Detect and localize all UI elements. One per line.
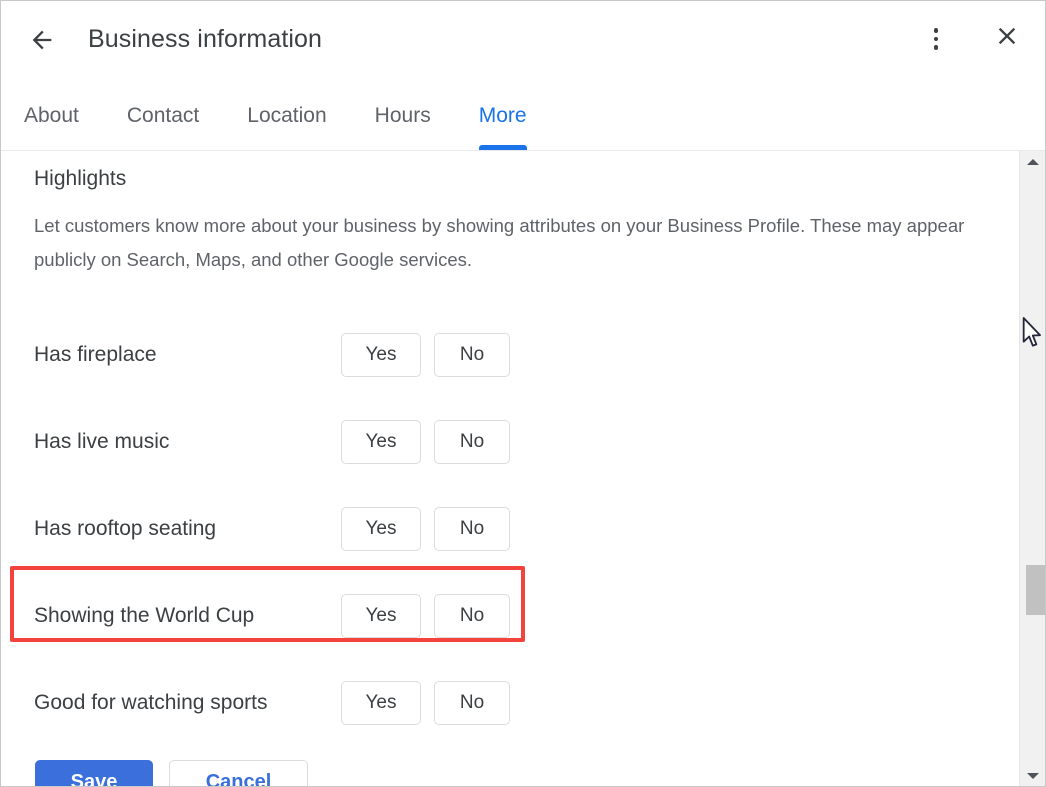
dialog-title: Business information [88, 25, 323, 53]
attribute-label: Has rooftop seating [34, 516, 217, 540]
attribute-label: Good for watching sports [34, 690, 268, 714]
attribute-no-button[interactable]: No [434, 593, 510, 638]
more-vert-icon-dot [933, 36, 939, 42]
attribute-list: Has fireplace Yes No Has live music Yes No Has… [0, 311, 1019, 746]
tab-more[interactable]: More [478, 86, 527, 150]
attribute-choice-group: Yes No [341, 332, 510, 377]
attribute-choice-group: Yes No [341, 506, 510, 551]
tab-hours[interactable]: Hours [375, 86, 431, 150]
attribute-no-button[interactable]: No [434, 332, 510, 377]
caret-down-icon [1027, 773, 1039, 779]
close-icon [993, 22, 1021, 55]
attribute-no-button[interactable]: No [434, 506, 510, 551]
save-button[interactable]: Save [35, 760, 153, 787]
attribute-row: Has rooftop seating Yes No [0, 485, 1019, 572]
attribute-row: Has fireplace Yes No [0, 311, 1019, 398]
tab-location[interactable]: Location [247, 86, 326, 150]
attribute-no-button[interactable]: No [434, 419, 510, 464]
attribute-label: Has fireplace [34, 342, 157, 366]
tab-bar: About Contact Location Hours More [0, 86, 1046, 150]
section-title: Highlights [34, 167, 127, 190]
more-vert-icon-dot [933, 45, 939, 50]
attribute-label: Showing the World Cup [34, 603, 255, 627]
overflow-menu-button[interactable] [918, 20, 954, 58]
scrollbar-thumb[interactable] [1026, 565, 1046, 615]
close-button[interactable] [988, 19, 1026, 57]
arrow-left-icon [28, 26, 56, 54]
cancel-button[interactable]: Cancel [169, 760, 308, 787]
vertical-scrollbar[interactable] [1019, 151, 1046, 787]
attribute-choice-group: Yes No [341, 680, 510, 725]
attribute-yes-button[interactable]: Yes [341, 506, 421, 551]
attribute-row: Good for watching sports Yes No [0, 659, 1019, 746]
tab-list: About Contact Location Hours More [24, 86, 575, 150]
dialog-header: Business information [0, 0, 1046, 78]
attribute-yes-button[interactable]: Yes [341, 593, 421, 638]
caret-up-icon [1027, 159, 1039, 165]
business-information-dialog: Business information About Contact Locatio… [0, 0, 1046, 787]
scroll-down-button[interactable] [1020, 765, 1046, 787]
section-description: Let customers know more about your busin… [34, 215, 965, 270]
attribute-row: Has live music Yes No [0, 398, 1019, 485]
tab-contact[interactable]: Contact [127, 86, 199, 150]
form-actions: Save Cancel [35, 760, 308, 787]
attribute-yes-button[interactable]: Yes [341, 332, 421, 377]
tab-about[interactable]: About [24, 86, 79, 150]
attribute-label: Has live music [34, 429, 170, 453]
back-button[interactable] [22, 20, 62, 60]
highlights-panel: Highlights Let customers know more about… [0, 151, 1019, 787]
attribute-yes-button[interactable]: Yes [341, 680, 421, 725]
attribute-no-button[interactable]: No [434, 680, 510, 725]
attribute-yes-button[interactable]: Yes [341, 419, 421, 464]
attribute-choice-group: Yes No [341, 593, 510, 638]
attribute-choice-group: Yes No [341, 419, 510, 464]
attribute-row: Showing the World Cup Yes No [0, 572, 1019, 659]
scroll-up-button[interactable] [1020, 151, 1046, 173]
more-vert-icon [933, 28, 939, 33]
